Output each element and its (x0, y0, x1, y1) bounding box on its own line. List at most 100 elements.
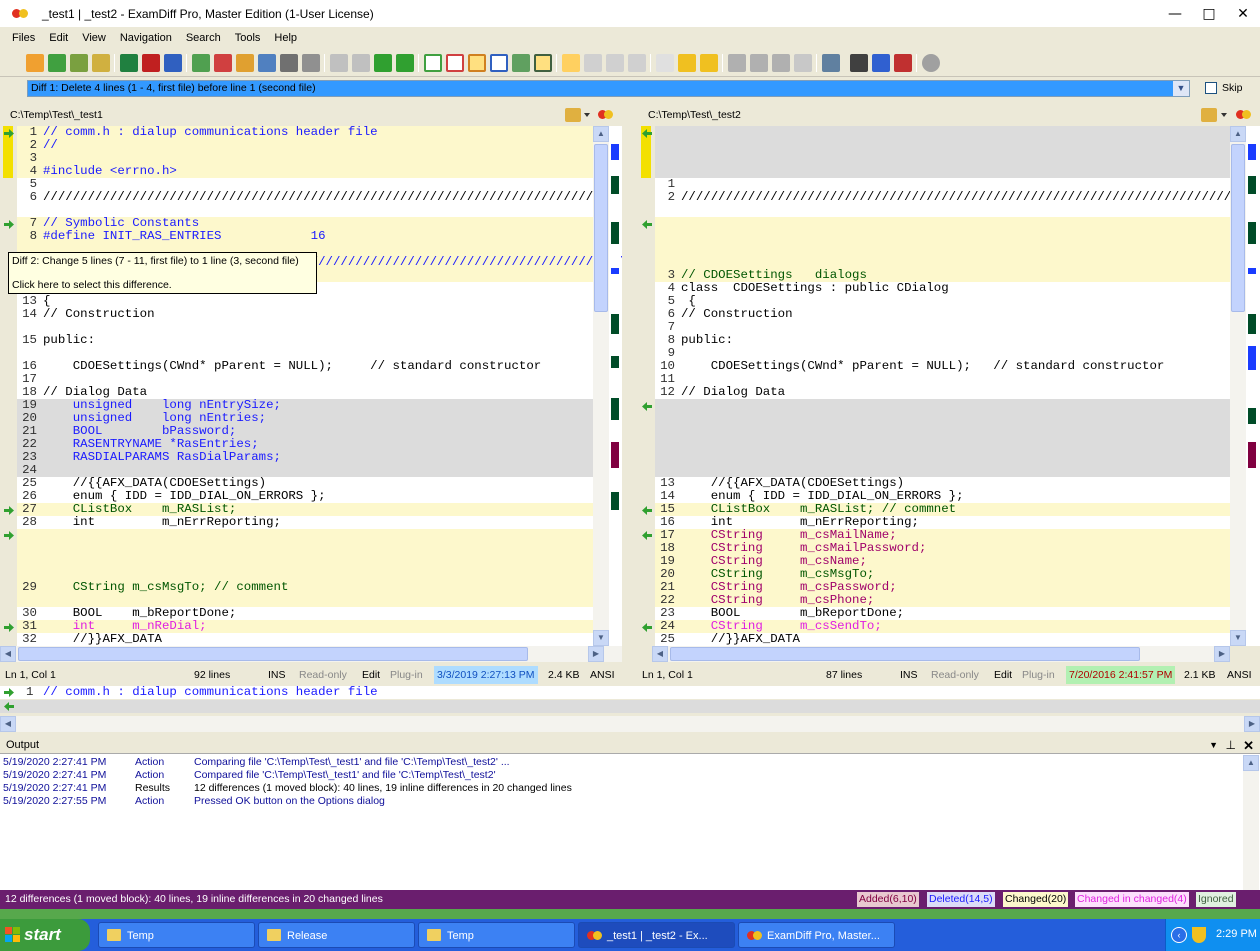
refresh-icon[interactable] (48, 54, 66, 72)
compare-line-left[interactable]: 1 // comm.h : dialup communications head… (0, 686, 1260, 699)
compare-line-right[interactable] (0, 700, 1260, 713)
right-hscroll-thumb[interactable] (670, 647, 1140, 661)
code-line[interactable] (655, 399, 1230, 412)
scroll-down-icon[interactable]: ▼ (593, 630, 609, 646)
code-line[interactable] (655, 152, 1230, 165)
shield-icon[interactable] (1192, 927, 1206, 943)
code-line[interactable]: 4 #include <errno.h> (17, 165, 593, 178)
diff-select-dropdown[interactable]: Diff 1: Delete 4 lines (1 - 4, first fil… (27, 80, 1190, 97)
plugins-icon[interactable] (872, 54, 890, 72)
pin-icon[interactable]: ⊥ (1226, 737, 1236, 754)
maximize-button[interactable]: □ (1192, 0, 1226, 27)
code-line[interactable]: 2// (17, 139, 593, 152)
code-line[interactable]: 1// comm.h : dialup communications heade… (17, 126, 593, 139)
left-vertical-scrollbar[interactable]: ▲ ▼ (593, 126, 609, 646)
close-icon[interactable]: ✕ (1243, 737, 1254, 754)
code-line[interactable] (655, 425, 1230, 438)
chevron-down-icon[interactable]: ▼ (1173, 81, 1189, 96)
code-line[interactable]: 8 #define INIT_RAS_ENTRIES 16 (17, 230, 593, 243)
diff-arrow-left-icon[interactable] (642, 220, 652, 229)
menu-navigation[interactable]: Navigation (113, 32, 179, 44)
left-horizontal-scrollbar[interactable]: ◀ ▶ (0, 646, 622, 662)
menu-edit[interactable]: Edit (42, 32, 75, 44)
folder-icon[interactable] (1201, 108, 1217, 122)
folder-icon[interactable] (565, 108, 581, 122)
close-button[interactable]: ✕ (1226, 0, 1260, 27)
left-code-pane[interactable]: 1// comm.h : dialup communications heade… (0, 126, 622, 646)
right-gutter[interactable] (638, 126, 655, 646)
menu-search[interactable]: Search (179, 32, 228, 44)
left-gutter[interactable] (0, 126, 17, 646)
code-line[interactable]: 14 // Construction (17, 308, 593, 321)
right-horizontal-scrollbar[interactable]: ◀ ▶ (652, 646, 1230, 662)
diff-arrow-icon[interactable] (4, 531, 14, 540)
code-line[interactable] (655, 204, 1230, 217)
left-plugin[interactable]: Plug-in (390, 666, 423, 684)
taskbar-item-examdiff-compare[interactable]: _test1 | _test2 - Ex... (578, 922, 735, 948)
gear-icon[interactable] (922, 54, 940, 72)
redo-icon[interactable] (352, 54, 370, 72)
right-plugin[interactable]: Plug-in (1022, 666, 1055, 684)
code-line[interactable]: 15 public: (17, 334, 593, 347)
layout-icon[interactable] (822, 54, 840, 72)
code-line[interactable]: 32 //}}AFX_DATA (17, 633, 593, 646)
print-preview-icon[interactable] (302, 54, 320, 72)
save-all-icon[interactable] (164, 54, 182, 72)
output-vertical-scrollbar[interactable]: ▲ (1243, 755, 1259, 890)
current-diff-icon[interactable] (678, 54, 696, 72)
code-line[interactable]: 10 CDOESettings(CWnd* pParent = NULL); /… (655, 360, 1230, 373)
code-line[interactable] (655, 412, 1230, 425)
scroll-left-icon[interactable]: ◀ (652, 646, 668, 662)
edit-left-icon[interactable] (192, 54, 210, 72)
scroll-left-icon[interactable]: ◀ (0, 716, 16, 732)
save-left-icon[interactable] (120, 54, 138, 72)
left-hscroll-thumb[interactable] (18, 647, 528, 661)
code-line[interactable] (655, 139, 1230, 152)
right-code-pane[interactable]: 1 2 //////////////////////////////////////… (638, 126, 1260, 646)
copy-right-icon[interactable] (258, 54, 276, 72)
code-line[interactable] (655, 438, 1230, 451)
filter-changed-icon[interactable] (628, 54, 646, 72)
view-right-icon[interactable] (446, 54, 464, 72)
next-diff-icon[interactable] (700, 54, 718, 72)
code-line[interactable]: 6 ///////////////////////////////////////… (17, 191, 616, 204)
view-both-icon[interactable] (468, 54, 486, 72)
scroll-up-icon[interactable]: ▲ (1243, 755, 1259, 771)
left-edit[interactable]: Edit (362, 666, 380, 684)
code-line[interactable]: 4 class CDOESettings : public CDialog (655, 282, 1230, 295)
code-line[interactable]: 29 CString m_csMsgTo; // comment (17, 581, 593, 594)
compare-horizontal-scrollbar[interactable]: ◀ ▶ (0, 716, 1260, 732)
diff-arrow-left-icon[interactable] (642, 506, 652, 515)
taskbar-item-temp-2[interactable]: Temp (418, 922, 575, 948)
status-changed-in-changed-badge[interactable]: Changed in changed(4) (1075, 892, 1189, 907)
left-code-lines[interactable]: 1// comm.h : dialup communications heade… (17, 126, 622, 646)
scroll-down-icon[interactable]: ▼ (1230, 630, 1246, 646)
view-checked-icon[interactable] (534, 54, 552, 72)
menu-help[interactable]: Help (267, 32, 304, 44)
status-deleted-badge[interactable]: Deleted(14,5) (927, 892, 995, 907)
skip-checkbox-box[interactable] (1205, 82, 1217, 94)
scroll-right-icon[interactable]: ▶ (588, 646, 604, 662)
code-line[interactable] (17, 555, 593, 568)
code-line[interactable]: 12 // Dialog Data (655, 386, 1230, 399)
copy-left-icon[interactable] (236, 54, 254, 72)
undo-icon[interactable] (330, 54, 348, 72)
text-lines-icon[interactable] (850, 54, 868, 72)
output-row[interactable]: 5/19/2020 2:27:41 PM Action Comparing fi… (3, 756, 510, 769)
code-line[interactable] (655, 126, 1230, 139)
code-line[interactable]: 25 //}}AFX_DATA (655, 633, 1230, 646)
menu-files[interactable]: Files (0, 32, 42, 44)
code-line[interactable] (17, 529, 593, 542)
filter-deleted-icon[interactable] (606, 54, 624, 72)
code-line[interactable]: 7 (655, 321, 1230, 334)
scroll-up-icon[interactable]: ▲ (1230, 126, 1246, 142)
save-right-icon[interactable] (142, 54, 160, 72)
chevron-down-icon[interactable] (584, 113, 590, 117)
diff-tooltip[interactable]: Diff 2: Change 5 lines (7 - 11, first fi… (8, 252, 317, 294)
right-scroll-thumb[interactable] (1231, 144, 1245, 312)
output-row[interactable]: 5/19/2020 2:27:41 PM Action Compared fil… (3, 769, 496, 782)
find-icon[interactable] (728, 54, 746, 72)
taskbar-item-release[interactable]: Release (258, 922, 415, 948)
menu-tools[interactable]: Tools (228, 32, 268, 44)
home-icon[interactable] (92, 54, 110, 72)
